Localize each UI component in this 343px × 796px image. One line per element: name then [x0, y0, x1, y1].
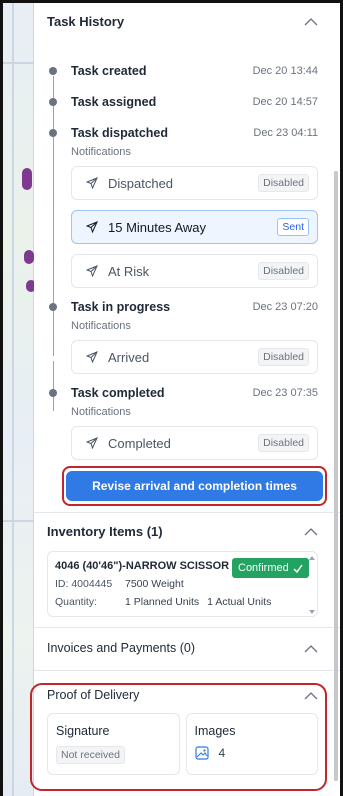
- timeline-dot: [49, 389, 57, 397]
- timeline-event-created: Task created Dec 20 13:44: [47, 61, 340, 81]
- notifications-label: Notifications: [71, 146, 131, 158]
- event-time: Dec 23 07:35: [252, 387, 318, 399]
- planned-units: 1 Planned Units: [125, 596, 200, 608]
- send-icon: [86, 437, 98, 449]
- task-details-panel: Task History Task created Dec 20 13:44 T…: [34, 3, 340, 796]
- notification-completed[interactable]: Completed Disabled: [71, 426, 318, 460]
- send-icon: [86, 177, 98, 189]
- actual-units: 1 Actual Units: [207, 596, 272, 608]
- revise-times-button[interactable]: Revise arrival and completion times: [66, 471, 323, 501]
- task-history-title: Task History: [47, 13, 125, 29]
- chevron-up-icon[interactable]: [304, 644, 318, 653]
- notification-15-minutes-away[interactable]: 15 Minutes Away Sent: [71, 210, 318, 244]
- inventory-quantity-row: Quantity: 1 Planned Units 1 Actual Units: [55, 596, 309, 608]
- check-icon: [293, 564, 303, 573]
- send-icon: [86, 265, 98, 277]
- timeline-dot: [49, 303, 57, 311]
- timeline-event-in-progress: Task in progress Dec 23 07:20: [47, 297, 340, 317]
- inventory-title: Inventory Items (1): [47, 523, 163, 539]
- event-title: Task created: [71, 64, 147, 78]
- status-badge: Disabled: [258, 348, 309, 366]
- chevron-up-icon[interactable]: [304, 527, 318, 536]
- timeline-dot: [49, 67, 57, 75]
- timeline-event-assigned: Task assigned Dec 20 14:57: [47, 92, 340, 112]
- timeline-event-dispatched: Task dispatched Dec 23 04:11: [47, 123, 340, 143]
- inventory-scrollbar[interactable]: [309, 556, 315, 614]
- status-badge: Disabled: [258, 434, 309, 452]
- inventory-item-card[interactable]: 4046 (40'46")-NARROW SCISSOR LIFT Confir…: [47, 551, 318, 617]
- revise-times-highlight: Revise arrival and completion times: [62, 466, 327, 506]
- inventory-weight: 7500 Weight: [125, 578, 184, 590]
- event-time: Dec 20 14:57: [252, 96, 318, 108]
- status-badge: Disabled: [258, 174, 309, 192]
- notification-label: Dispatched: [108, 175, 174, 191]
- window-frame-left: [0, 0, 3, 796]
- timeline-event-completed: Task completed Dec 23 07:35: [47, 383, 340, 403]
- scrollbar-thumb[interactable]: [334, 171, 338, 781]
- invoices-title: Invoices and Payments (0): [47, 641, 195, 655]
- timeline-dot: [49, 98, 57, 106]
- status-badge: Sent: [277, 218, 309, 236]
- event-time: Dec 23 04:11: [253, 127, 318, 139]
- task-timeline: Task created Dec 20 13:44 Task assigned …: [34, 61, 340, 460]
- inventory-id-row: ID: 4004445 7500 Weight: [55, 578, 309, 590]
- notification-label: Arrived: [108, 349, 150, 365]
- event-time: Dec 20 13:44: [252, 65, 318, 77]
- inventory-id: ID: 4004445: [55, 578, 113, 590]
- panel-scrollbar[interactable]: [332, 153, 340, 793]
- confirmed-badge: Confirmed: [232, 558, 309, 578]
- notifications-label: Notifications: [71, 320, 131, 332]
- notification-label: At Risk: [108, 263, 150, 279]
- send-icon: [86, 221, 98, 233]
- confirmed-label: Confirmed: [238, 562, 289, 574]
- notification-arrived[interactable]: Arrived Disabled: [71, 340, 318, 374]
- event-title: Task in progress: [71, 300, 171, 314]
- event-time: Dec 23 07:20: [252, 301, 318, 313]
- event-title: Task completed: [71, 386, 165, 400]
- inventory-header[interactable]: Inventory Items (1): [34, 513, 340, 549]
- proof-of-delivery-highlight: [30, 683, 327, 791]
- status-badge: Disabled: [258, 262, 309, 280]
- event-title: Task dispatched: [71, 126, 169, 140]
- invoices-header[interactable]: Invoices and Payments (0): [34, 628, 340, 668]
- timeline-dot: [49, 129, 57, 137]
- chevron-up-icon[interactable]: [304, 17, 318, 26]
- notification-dispatched[interactable]: Dispatched Disabled: [71, 166, 318, 200]
- notification-label: Completed: [108, 435, 171, 451]
- map-background: [0, 0, 36, 796]
- notification-at-risk[interactable]: At Risk Disabled: [71, 254, 318, 288]
- notification-label: 15 Minutes Away: [108, 219, 207, 235]
- notifications-label: Notifications: [71, 406, 131, 418]
- send-icon: [86, 351, 98, 363]
- task-history-header[interactable]: Task History: [34, 3, 340, 39]
- inventory-item-name: 4046 (40'46")-NARROW SCISSOR LIFT: [55, 560, 245, 572]
- quantity-label: Quantity:: [55, 596, 98, 608]
- section-divider: [34, 670, 340, 671]
- event-title: Task assigned: [71, 95, 157, 109]
